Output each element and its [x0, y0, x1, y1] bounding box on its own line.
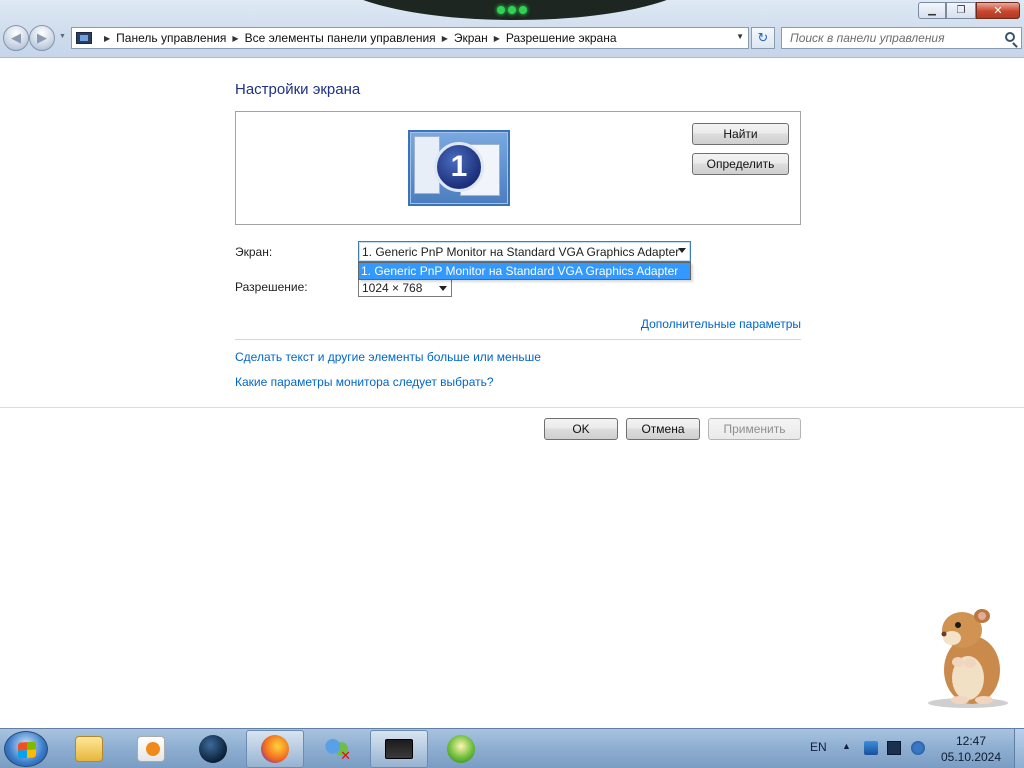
- apply-button: Применить: [708, 418, 801, 440]
- display-icon: [385, 739, 413, 759]
- search-box[interactable]: [781, 27, 1022, 49]
- search-input[interactable]: [782, 28, 992, 48]
- screen-dropdown-list: 1. Generic PnP Monitor на Standard VGA G…: [358, 262, 691, 280]
- screen-select-value: 1. Generic PnP Monitor на Standard VGA G…: [362, 244, 680, 259]
- clock-time: 12:47: [955, 734, 987, 748]
- breadcrumb-control-panel[interactable]: Панель управления: [116, 31, 226, 45]
- users-icon: [323, 736, 351, 764]
- chevron-right-icon[interactable]: ▶: [232, 34, 238, 43]
- show-hidden-icons-icon[interactable]: ▲: [842, 741, 851, 751]
- chevron-right-icon[interactable]: ▶: [104, 34, 110, 43]
- window-controls: ▁ ❐ ✕: [918, 2, 1020, 19]
- volume-icon[interactable]: [911, 741, 925, 755]
- screen-option[interactable]: 1. Generic PnP Monitor на Standard VGA G…: [359, 263, 690, 279]
- action-center-icon[interactable]: [887, 741, 901, 755]
- clock[interactable]: 12:47 05.10.2024: [936, 733, 1006, 765]
- windows-logo-icon: [447, 735, 475, 763]
- search-icon[interactable]: [1005, 32, 1015, 42]
- hamster-gadget-icon[interactable]: [920, 600, 1010, 710]
- chevron-right-icon[interactable]: ▶: [494, 34, 500, 43]
- taskbar-explorer[interactable]: [60, 730, 118, 768]
- refresh-button[interactable]: ↻: [751, 27, 775, 49]
- page-title: Настройки экрана: [235, 81, 361, 98]
- firefox-icon: [261, 735, 289, 763]
- forward-button[interactable]: ▶: [29, 25, 55, 51]
- back-button[interactable]: ◀: [3, 25, 29, 51]
- advanced-settings-link[interactable]: Дополнительные параметры: [641, 317, 801, 331]
- screen-label: Экран:: [235, 245, 273, 259]
- media-player-icon: [137, 736, 165, 762]
- network-icon[interactable]: [864, 741, 878, 755]
- resolution-select-value: 1024 × 768: [362, 281, 423, 295]
- dropdown-arrow-icon[interactable]: [439, 286, 447, 291]
- taskbar-users[interactable]: [308, 730, 366, 768]
- folder-icon: [75, 736, 103, 762]
- clock-date: 05.10.2024: [940, 750, 1002, 764]
- globe-icon: [199, 735, 227, 763]
- cancel-button[interactable]: Отмена: [626, 418, 700, 440]
- breadcrumb-display[interactable]: Экран: [454, 31, 488, 45]
- recent-pages-dropdown[interactable]: ▼: [59, 33, 66, 40]
- taskbar-firefox[interactable]: [246, 730, 304, 768]
- screen-select[interactable]: 1. Generic PnP Monitor на Standard VGA G…: [358, 241, 691, 262]
- taskbar-app-globe[interactable]: [184, 730, 242, 768]
- close-button[interactable]: ✕: [976, 2, 1020, 19]
- divider: [235, 339, 801, 340]
- breadcrumb-screen-resolution[interactable]: Разрешение экрана: [506, 31, 617, 45]
- which-settings-link[interactable]: Какие параметры монитора следует выбрать…: [235, 375, 494, 389]
- monitor-number: 1: [434, 142, 484, 192]
- address-dropdown-icon[interactable]: ▼: [736, 32, 744, 41]
- breadcrumb-all-items[interactable]: Все элементы панели управления: [245, 31, 436, 45]
- taskbar-display-settings[interactable]: [370, 730, 428, 768]
- minimize-button[interactable]: ▁: [918, 2, 946, 19]
- window-chrome: ▁ ❐ ✕ ◀ ▶ ▼ ▶ Панель управления ▶ Все эл…: [0, 0, 1024, 58]
- maximize-button[interactable]: ❐: [946, 2, 976, 19]
- dropdown-arrow-icon[interactable]: [678, 248, 686, 253]
- control-panel-icon: [76, 32, 92, 44]
- address-bar[interactable]: ▶ Панель управления ▶ Все элементы панел…: [71, 27, 749, 49]
- divider: [0, 407, 1024, 408]
- monitor-1-icon[interactable]: 1: [408, 130, 510, 206]
- identify-button[interactable]: Определить: [692, 153, 789, 175]
- ok-button[interactable]: OK: [544, 418, 618, 440]
- forward-arrow-icon: ▶: [37, 30, 47, 45]
- show-desktop-button[interactable]: [1014, 729, 1024, 768]
- resolution-select[interactable]: 1024 × 768: [358, 279, 452, 297]
- webcam-leds: [497, 6, 527, 14]
- start-button[interactable]: [4, 731, 48, 767]
- chevron-right-icon[interactable]: ▶: [442, 34, 448, 43]
- resolution-label: Разрешение:: [235, 280, 308, 294]
- text-size-link[interactable]: Сделать текст и другие элементы больше и…: [235, 350, 541, 364]
- refresh-icon: ↻: [757, 30, 769, 45]
- taskbar-media-player[interactable]: [122, 730, 180, 768]
- find-button[interactable]: Найти: [692, 123, 789, 145]
- taskbar-windows-media[interactable]: [432, 730, 490, 768]
- back-arrow-icon: ◀: [11, 30, 21, 45]
- language-indicator[interactable]: EN: [810, 740, 827, 754]
